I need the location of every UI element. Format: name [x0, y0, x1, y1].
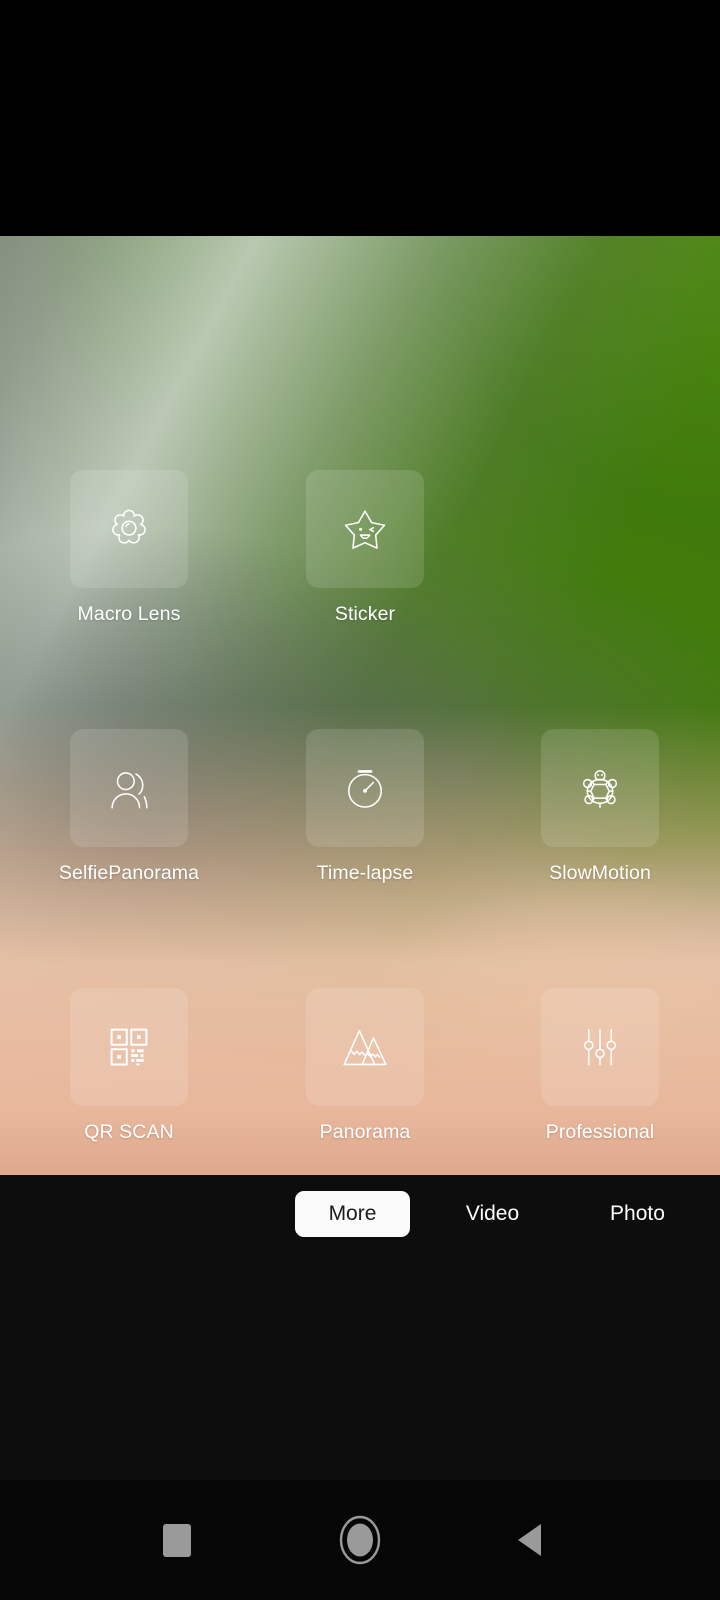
- nav-recents-button[interactable]: [117, 1480, 237, 1600]
- star-face-icon: [338, 502, 392, 556]
- tab-more[interactable]: More: [295, 1191, 410, 1237]
- camera-app-screen: Macro Lens Sticker SelfiePanorama Time-l…: [0, 0, 720, 1600]
- mode-tab-bar: More Video Photo: [0, 1191, 720, 1253]
- mode-item-sticker[interactable]: Sticker: [285, 470, 445, 626]
- mode-row-2: SelfiePanorama Time-lapse SlowMotion: [0, 729, 720, 909]
- mode-item-qr-scan[interactable]: QR SCAN: [49, 988, 209, 1144]
- qr-code-icon: [102, 1020, 156, 1074]
- mode-tile[interactable]: [306, 988, 424, 1106]
- person-panorama-icon: [102, 761, 156, 815]
- mode-row-3: QR SCAN Panorama Professional: [0, 988, 720, 1168]
- mountains-icon: [338, 1020, 392, 1074]
- mode-item-slow-motion[interactable]: SlowMotion: [520, 729, 680, 885]
- status-bar: [0, 0, 720, 236]
- android-nav-bar: [0, 1480, 720, 1600]
- mode-item-professional[interactable]: Professional: [520, 988, 680, 1144]
- camera-control-area: More Video Photo: [0, 1175, 720, 1480]
- mode-tile[interactable]: [541, 988, 659, 1106]
- mode-item-macro-lens[interactable]: Macro Lens: [49, 470, 209, 626]
- mode-item-selfie-panorama[interactable]: SelfiePanorama: [49, 729, 209, 885]
- mode-item-panorama[interactable]: Panorama: [285, 988, 445, 1144]
- tab-video[interactable]: Video: [440, 1191, 545, 1237]
- triangle-left-icon: [518, 1524, 541, 1556]
- stopwatch-icon: [338, 761, 392, 815]
- turtle-icon: [573, 761, 627, 815]
- mode-tile[interactable]: [306, 470, 424, 588]
- mode-label: Sticker: [334, 603, 396, 625]
- mode-grid: Macro Lens Sticker SelfiePanorama Time-l…: [0, 236, 720, 1175]
- mode-tile[interactable]: [541, 729, 659, 847]
- mode-tile[interactable]: [70, 988, 188, 1106]
- circle-icon: [339, 1515, 381, 1565]
- mode-tile[interactable]: [306, 729, 424, 847]
- flower-icon: [102, 502, 156, 556]
- mode-label: QR SCAN: [84, 1121, 174, 1143]
- square-icon: [163, 1523, 191, 1557]
- sliders-icon: [573, 1020, 627, 1074]
- mode-label: SelfiePanorama: [58, 862, 200, 884]
- mode-label: Time-lapse: [316, 862, 414, 884]
- mode-label: Macro Lens: [77, 603, 181, 625]
- mode-tile[interactable]: [70, 470, 188, 588]
- tab-photo[interactable]: Photo: [585, 1191, 690, 1237]
- mode-label: Panorama: [319, 1121, 411, 1143]
- mode-item-time-lapse[interactable]: Time-lapse: [285, 729, 445, 885]
- mode-label: SlowMotion: [549, 862, 651, 884]
- mode-tile[interactable]: [70, 729, 188, 847]
- nav-back-button[interactable]: [470, 1480, 590, 1600]
- mode-row-1: Macro Lens Sticker: [0, 470, 720, 650]
- mode-label: Professional: [545, 1121, 655, 1143]
- nav-home-button[interactable]: [300, 1480, 420, 1600]
